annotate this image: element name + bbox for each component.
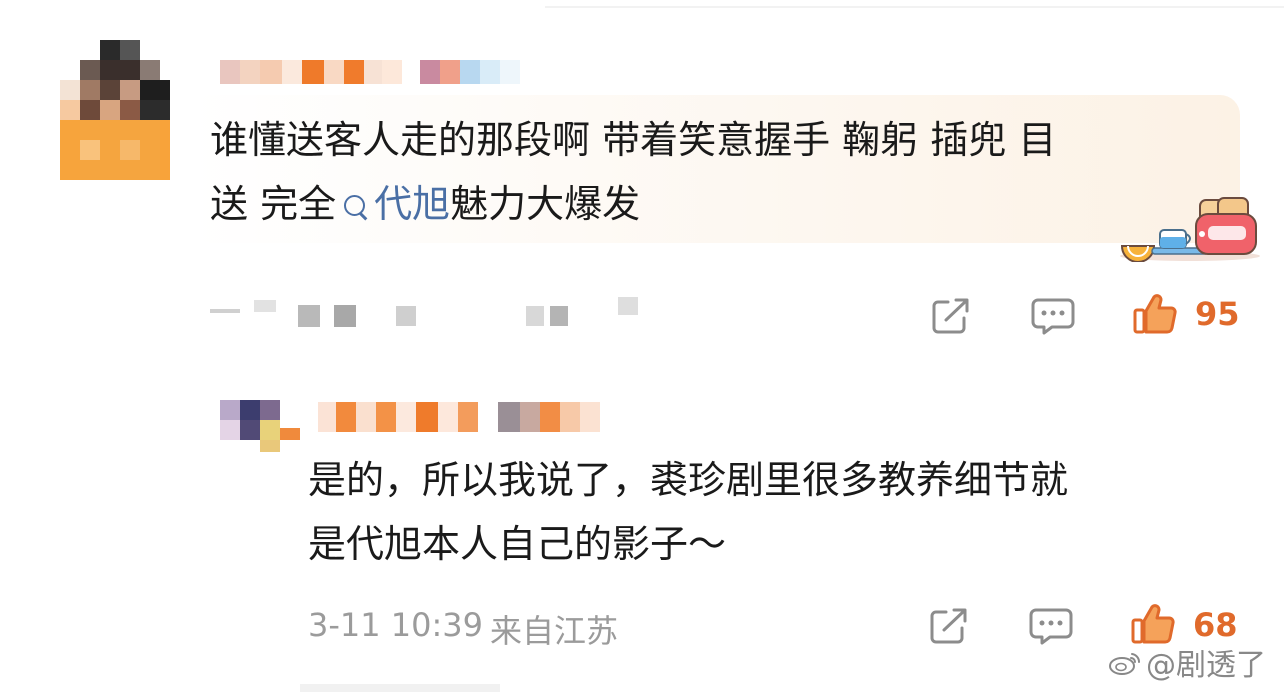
- reply-text-line: 是代旭本人自己的影子～: [308, 522, 727, 566]
- search-icon: [342, 193, 368, 221]
- topic-label: 代旭: [374, 182, 451, 226]
- user-name-blurred[interactable]: [220, 60, 520, 84]
- avatar[interactable]: [220, 400, 300, 452]
- toaster-sticker-icon: [1120, 197, 1260, 262]
- topic-link[interactable]: 代旭: [336, 182, 450, 226]
- reply-date: 3-11 10:39: [308, 606, 484, 644]
- weibo-watermark: @剧透了: [1108, 640, 1266, 684]
- share-icon[interactable]: [930, 296, 972, 336]
- comment-icon[interactable]: [1028, 606, 1074, 646]
- next-comment-edge: [300, 684, 500, 692]
- share-icon[interactable]: [928, 606, 970, 646]
- thumbs-up-icon[interactable]: [1132, 292, 1178, 336]
- watermark-text: @剧透了: [1146, 648, 1266, 683]
- top-divider: [545, 6, 1284, 8]
- comment-icon[interactable]: [1030, 296, 1076, 336]
- reply-text-line: 是的，所以我说了，裘珍剧里很多教养细节就: [308, 458, 1069, 502]
- avatar[interactable]: [60, 40, 180, 180]
- weibo-icon: [1109, 653, 1141, 675]
- comment-text-line: 谁懂送客人走的那段啊 带着笑意握手 鞠躬 插兜 目: [210, 118, 1057, 162]
- comment-text: 谁懂送客人走的那段啊 带着笑意握手 鞠躬 插兜 目 送 完全 代旭魅力大爆发: [210, 108, 1210, 236]
- reply-text: 是的，所以我说了，裘珍剧里很多教养细节就 是代旭本人自己的影子～: [308, 448, 1228, 576]
- comment-meta-blurred: [210, 296, 638, 336]
- user-name-blurred[interactable]: [318, 402, 608, 432]
- reply-location: 来自江苏: [490, 612, 619, 650]
- comment-text-line: 魅力大爆发: [450, 182, 641, 226]
- comment-text-line: 送 完全: [210, 182, 337, 226]
- like-count: 68: [1193, 606, 1238, 644]
- like-count: 95: [1195, 295, 1240, 333]
